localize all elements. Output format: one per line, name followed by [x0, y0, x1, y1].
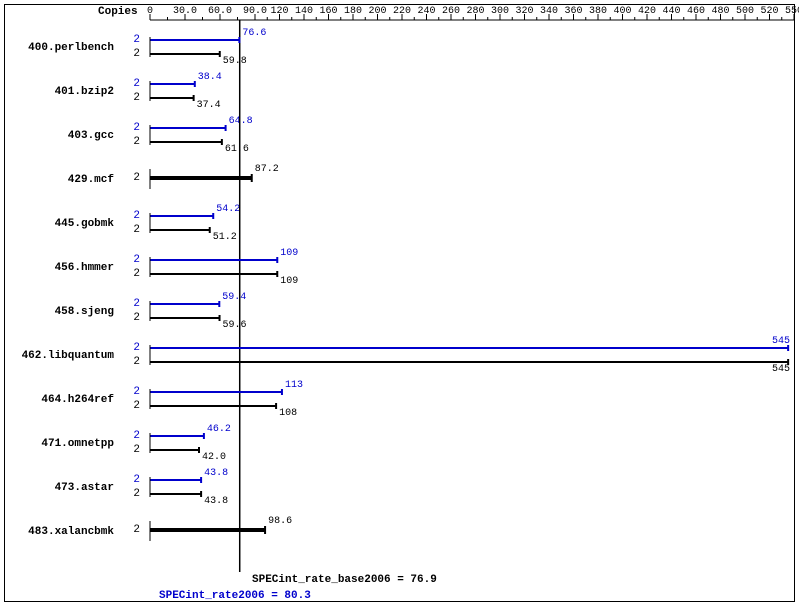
- chart-svg: [0, 0, 799, 606]
- spec-rate-chart: Copies 030.060.090.012014016018020022024…: [0, 0, 799, 606]
- summary-base: SPECint_rate_base2006 = 76.9: [252, 574, 437, 586]
- summary-peak: SPECint_rate2006 = 80.3: [159, 590, 311, 602]
